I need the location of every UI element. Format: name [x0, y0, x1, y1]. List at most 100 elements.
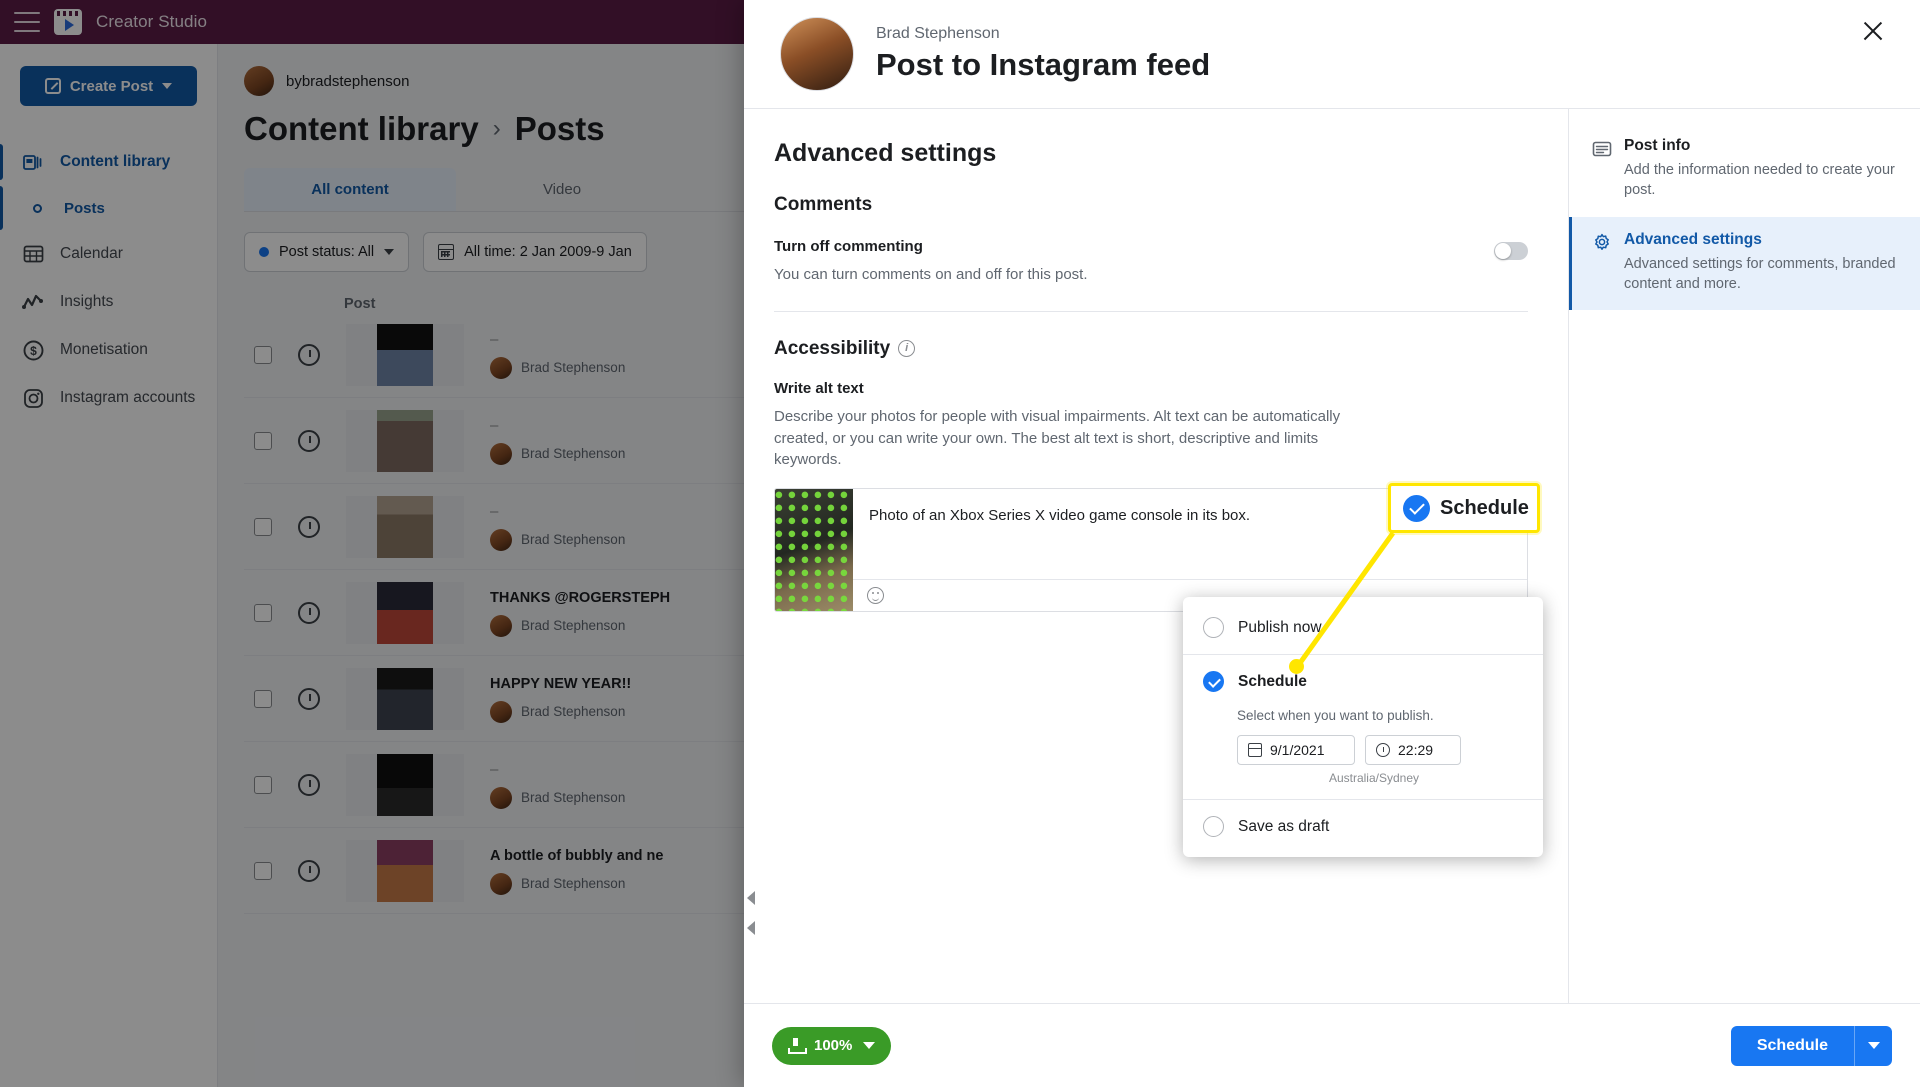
avatar — [490, 442, 512, 465]
post-title: A bottle of bubbly and ne — [490, 847, 664, 864]
clock-icon — [298, 773, 320, 796]
sidebar-item-label: Insights — [60, 293, 114, 310]
post-info-icon — [1592, 139, 1612, 159]
post-thumbnail — [346, 667, 464, 730]
accessibility-heading: Accessibility i — [774, 338, 1528, 360]
instagram-icon — [22, 387, 44, 409]
side-nav-advanced-settings[interactable]: Advanced settings Advanced settings for … — [1569, 216, 1920, 311]
turn-off-commenting-toggle[interactable] — [1494, 242, 1528, 260]
status-dot-icon — [259, 247, 269, 257]
post-thumbnail — [346, 495, 464, 558]
schedule-dropdown-toggle[interactable] — [1854, 1025, 1892, 1066]
sidebar-item-content-library[interactable]: Content library — [0, 138, 217, 186]
page-title: Post to Instagram feed — [876, 47, 1211, 82]
breadcrumb-current: Posts — [514, 110, 605, 147]
divider — [774, 311, 1528, 313]
tab-video[interactable]: Video — [456, 168, 668, 211]
option-label: Schedule — [1238, 672, 1307, 690]
option-schedule[interactable]: Schedule — [1183, 657, 1543, 706]
sidebar-item-calendar[interactable]: Calendar — [0, 230, 217, 278]
row-checkbox[interactable] — [254, 689, 272, 708]
post-to-instagram-modal: Brad Stephenson Post to Instagram feed A… — [744, 0, 1920, 1087]
row-checkbox[interactable] — [254, 603, 272, 622]
post-thumbnail — [346, 839, 464, 902]
left-sidebar: Create Post Content library Posts Calend… — [0, 44, 218, 1087]
annotation-callout-schedule: Schedule — [1388, 483, 1540, 533]
create-post-button[interactable]: Create Post — [20, 66, 197, 106]
schedule-options-dropdown: Publish now Schedule Select when you wan… — [1183, 597, 1543, 857]
clock-icon — [298, 515, 320, 538]
side-nav-post-info[interactable]: Post info Add the information needed to … — [1569, 123, 1920, 217]
chevron-down-icon — [863, 1042, 876, 1049]
annotation-label: Schedule — [1440, 496, 1529, 519]
row-checkbox[interactable] — [254, 517, 272, 536]
breadcrumb-separator: › — [492, 115, 501, 142]
filter-post-status[interactable]: Post status: All — [244, 232, 410, 272]
advanced-settings-panel: Advanced settings Comments Turn off comm… — [744, 109, 1568, 1003]
post-title: – — [490, 502, 499, 520]
sidebar-item-insights[interactable]: Insights — [0, 278, 217, 326]
calendar-icon — [1248, 743, 1262, 757]
write-alt-text-label: Write alt text — [774, 380, 864, 398]
clock-icon — [298, 343, 320, 366]
emoji-icon[interactable] — [867, 587, 884, 605]
account-name: bybradstephenson — [286, 72, 410, 90]
schedule-button[interactable]: Schedule — [1730, 1025, 1854, 1066]
hamburger-icon[interactable] — [14, 12, 40, 32]
radio-icon — [1203, 816, 1224, 837]
option-publish-now[interactable]: Publish now — [1183, 603, 1543, 652]
filter-date-range[interactable]: All time: 2 Jan 2009-9 Jan — [423, 232, 647, 272]
option-label: Publish now — [1238, 618, 1322, 636]
schedule-hint: Select when you want to publish. — [1237, 708, 1434, 723]
avatar — [490, 614, 512, 637]
upload-progress-button[interactable]: 100% — [772, 1026, 892, 1065]
modal-side-nav: Post info Add the information needed to … — [1568, 109, 1920, 1003]
post-title: HAPPY NEW YEAR!! — [490, 675, 632, 692]
row-checkbox[interactable] — [254, 775, 272, 794]
write-alt-text-desc: Describe your photos for people with vis… — [774, 408, 1341, 468]
globe-icon — [298, 859, 320, 882]
sidebar-item-instagram-accounts[interactable]: Instagram accounts — [0, 374, 217, 422]
clock-icon — [298, 601, 320, 624]
sidebar-item-label: Instagram accounts — [60, 389, 196, 406]
calendar-icon — [22, 243, 44, 265]
sidebar-item-posts[interactable]: Posts — [0, 186, 217, 230]
sidebar-item-label: Content library — [60, 153, 171, 170]
schedule-time-input[interactable]: 22:29 — [1365, 735, 1461, 765]
close-icon[interactable] — [1856, 14, 1890, 48]
side-nav-label: Post info — [1624, 137, 1691, 154]
clock-icon — [298, 429, 320, 452]
dollar-circle-icon: $ — [22, 339, 44, 361]
compose-icon — [44, 78, 61, 94]
breadcrumb-parent[interactable]: Content library — [244, 110, 479, 148]
divider — [1183, 654, 1543, 655]
radio-icon — [1203, 617, 1224, 638]
modal-author: Brad Stephenson — [876, 25, 1000, 42]
sidebar-item-label: Posts — [64, 199, 105, 217]
modal-body: Advanced settings Comments Turn off comm… — [744, 108, 1920, 1003]
post-title: – — [490, 760, 499, 778]
sidebar-item-monetisation[interactable]: $ Monetisation — [0, 326, 217, 374]
check-circle-icon — [1403, 494, 1430, 522]
info-icon[interactable]: i — [898, 339, 916, 357]
turn-off-commenting-label: Turn off commenting — [774, 238, 923, 255]
filter-label: All time: 2 Jan 2009-9 Jan — [464, 244, 632, 260]
upload-percent: 100% — [814, 1037, 853, 1054]
row-checkbox[interactable] — [254, 431, 272, 450]
post-thumbnail — [346, 581, 464, 644]
check-circle-icon — [1203, 671, 1224, 692]
option-save-as-draft[interactable]: Save as draft — [1183, 802, 1543, 851]
upload-icon — [788, 1038, 807, 1054]
app-brand-title: Creator Studio — [96, 12, 208, 31]
xbox-series-x-photo — [775, 489, 853, 612]
post-title: – — [490, 416, 499, 434]
chevron-down-icon — [162, 83, 173, 89]
schedule-button-group: Schedule — [1730, 1025, 1892, 1066]
gear-icon — [1592, 233, 1612, 253]
post-thumbnail — [346, 753, 464, 816]
row-checkbox[interactable] — [254, 861, 272, 880]
tab-all-content[interactable]: All content — [244, 168, 456, 211]
post-title: THANKS @ROGERSTEPH — [490, 589, 671, 606]
row-checkbox[interactable] — [254, 345, 272, 364]
schedule-date-input[interactable]: 9/1/2021 — [1237, 735, 1355, 765]
